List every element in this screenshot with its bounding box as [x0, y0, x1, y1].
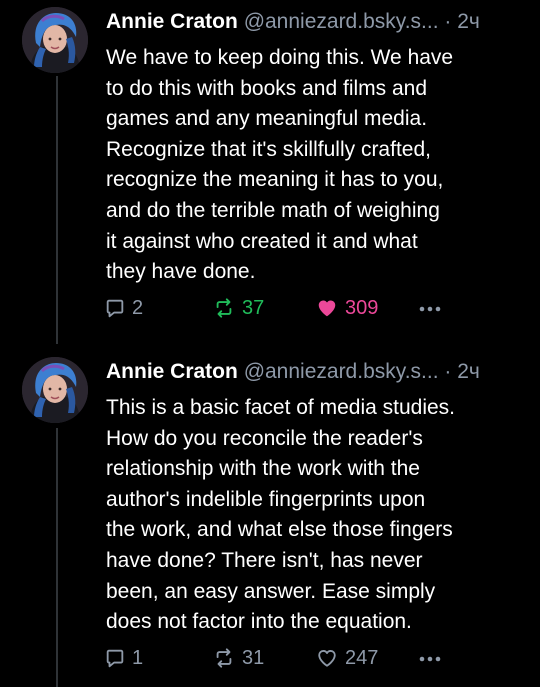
more-options-button[interactable]	[417, 645, 443, 671]
author-handle[interactable]: @anniezard.bsky.s...	[244, 10, 439, 33]
post-header: Annie Craton @anniezard.bsky.s... · 2ч	[106, 8, 530, 36]
heart-outline-icon	[318, 650, 336, 667]
separator-dot: ·	[444, 360, 452, 383]
separator-dot: ·	[444, 10, 452, 33]
heart-filled-icon	[318, 300, 336, 317]
post[interactable]: Annie Craton @anniezard.bsky.s... · 2ч W…	[0, 0, 540, 350]
more-dots-icon	[419, 306, 441, 312]
reply-count: 1	[132, 646, 144, 669]
repost-icon	[216, 648, 232, 668]
repost-button[interactable]: 37	[212, 295, 264, 321]
reply-icon	[106, 649, 124, 668]
post-text: We have to keep doing this. We have to d…	[106, 46, 454, 284]
post-text: This is a basic facet of media studies. …	[106, 396, 455, 634]
like-count: 309	[345, 296, 379, 319]
reply-button[interactable]: 2	[104, 295, 143, 321]
repost-count: 31	[242, 646, 265, 669]
more-dots-icon	[419, 656, 441, 662]
more-options-button[interactable]	[417, 295, 443, 321]
post-timestamp[interactable]: 2ч	[457, 360, 480, 383]
author-name[interactable]: Annie Craton	[106, 360, 238, 383]
repost-button[interactable]: 31	[212, 645, 264, 671]
author-handle[interactable]: @anniezard.bsky.s...	[244, 360, 439, 383]
reply-button[interactable]: 1	[104, 645, 143, 671]
reply-count: 2	[132, 296, 144, 319]
avatar-image	[22, 357, 88, 423]
like-button[interactable]: 309	[315, 295, 378, 321]
author-avatar[interactable]	[22, 357, 88, 423]
post-timestamp[interactable]: 2ч	[457, 10, 480, 33]
repost-icon	[216, 298, 232, 318]
like-button[interactable]: 247	[315, 645, 378, 671]
author-name[interactable]: Annie Craton	[106, 10, 238, 33]
post[interactable]: Annie Craton @anniezard.bsky.s... · 2ч T…	[0, 350, 540, 687]
avatar-image	[22, 7, 88, 73]
author-avatar[interactable]	[22, 7, 88, 73]
like-count: 247	[345, 646, 379, 669]
post-header: Annie Craton @anniezard.bsky.s... · 2ч	[106, 358, 530, 386]
repost-count: 37	[242, 296, 265, 319]
reply-icon	[106, 299, 124, 318]
